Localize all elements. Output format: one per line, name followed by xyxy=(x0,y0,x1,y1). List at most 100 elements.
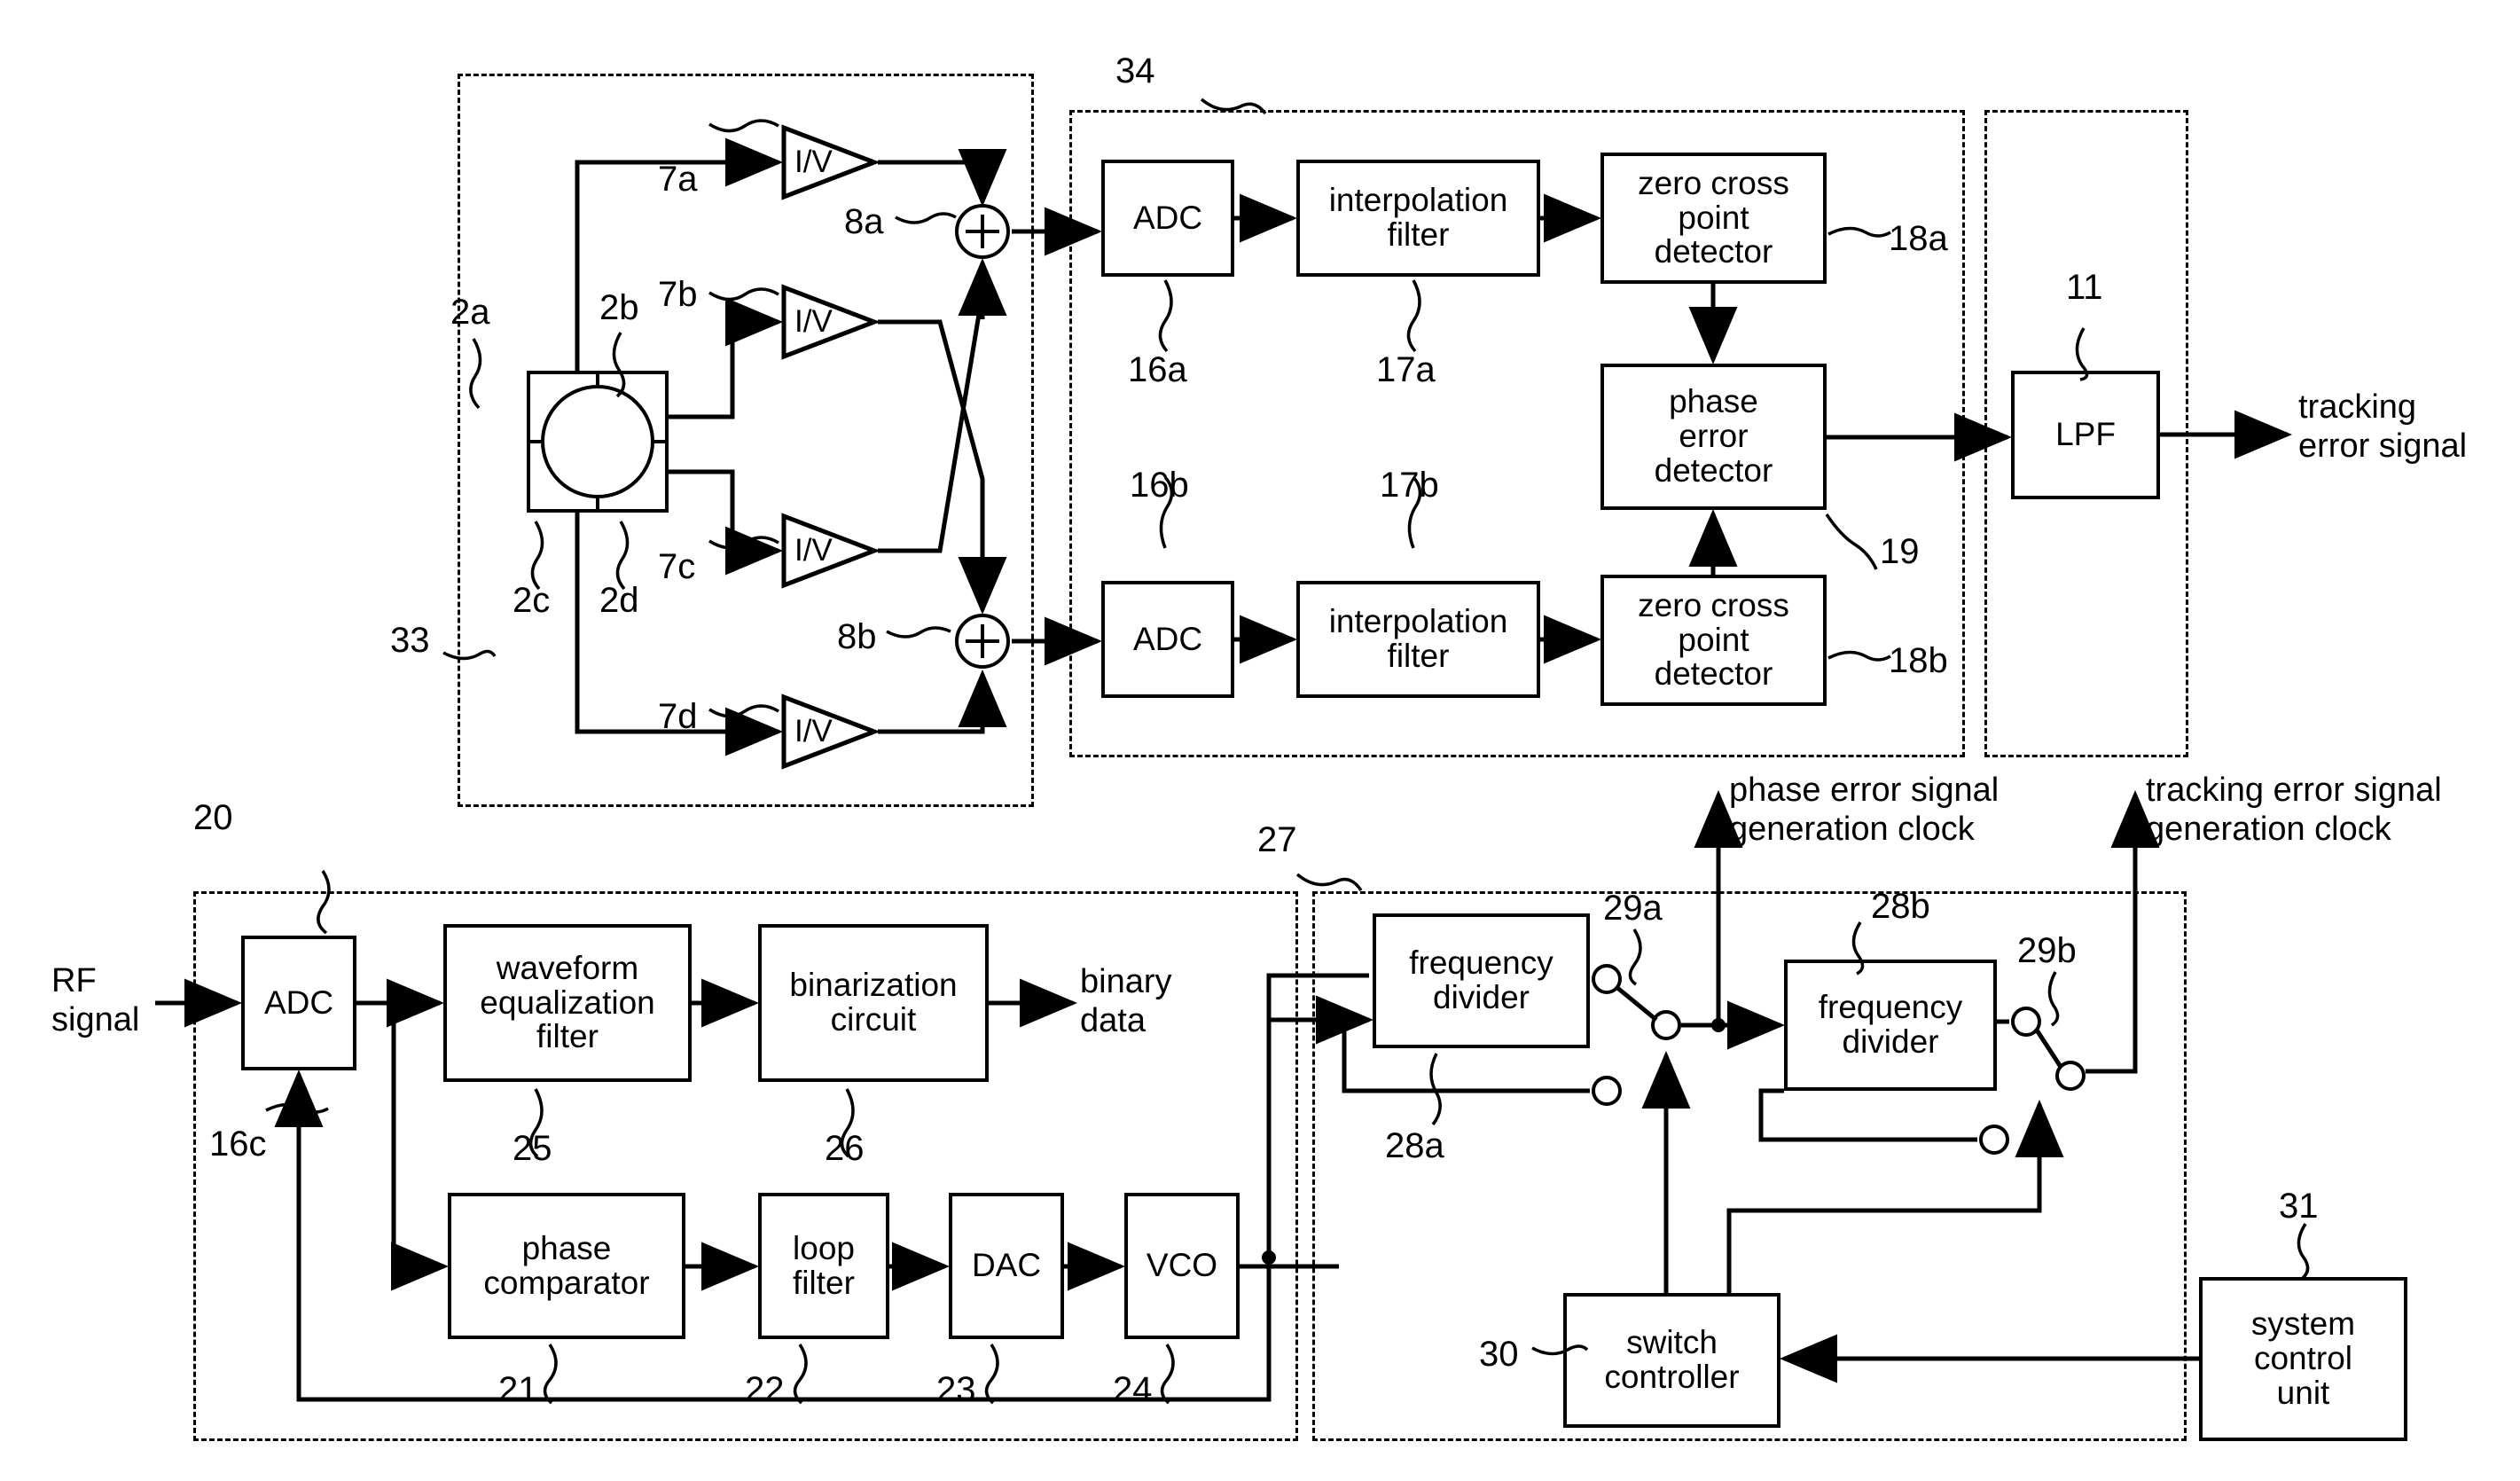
binarization-circuit-26: binarization circuit xyxy=(758,924,989,1082)
ref-25: 25 xyxy=(513,1129,552,1168)
junction-adc16c-out xyxy=(387,984,401,999)
tracking-error-signal-label: tracking error signal xyxy=(2298,388,2468,465)
switch-contact-29a-lower[interactable] xyxy=(1592,1076,1622,1106)
ref-7d: 7d xyxy=(658,697,698,736)
ref-16c: 16c xyxy=(209,1124,267,1164)
ref-26: 26 xyxy=(825,1129,865,1168)
ref-7c: 7c xyxy=(658,547,696,586)
vco-24: VCO xyxy=(1124,1193,1240,1339)
switch-common-29b[interactable] xyxy=(2055,1061,2086,1091)
vco-24-label: VCO xyxy=(1146,1247,1218,1284)
zero-cross-point-detector-18a-label: zero cross point detector xyxy=(1638,164,1789,270)
iv-amplifier-7c: I/V xyxy=(780,513,878,589)
junction-vco-out xyxy=(1262,1250,1276,1265)
patent-block-diagram: I/V I/V I/V I/V ADC interpolation filter… xyxy=(0,0,2520,1481)
ref-29b: 29b xyxy=(2017,931,2077,970)
switch-controller-30: switch controller xyxy=(1563,1293,1780,1428)
frequency-divider-28a-label: frequency divider xyxy=(1409,944,1553,1015)
iv-amplifier-7a: I/V xyxy=(780,124,878,200)
dac-23-label: DAC xyxy=(971,1247,1042,1284)
interpolation-filter-17b: interpolation filter xyxy=(1296,581,1540,698)
switch-contact-29b-lower[interactable] xyxy=(1979,1124,2009,1155)
ref-34: 34 xyxy=(1115,51,1155,90)
lpf-11-label: LPF xyxy=(2055,416,2116,453)
ref-2b: 2b xyxy=(599,288,639,327)
system-control-unit-31: system control unit xyxy=(2199,1277,2407,1441)
binarization-circuit-26-label: binarization circuit xyxy=(789,967,958,1038)
ref-21: 21 xyxy=(498,1370,538,1409)
ref-7a: 7a xyxy=(658,160,698,199)
iv-amplifier-7b: I/V xyxy=(780,284,878,360)
switch-common-29a[interactable] xyxy=(1651,1010,1681,1040)
summing-node-8b xyxy=(955,614,1010,669)
phase-error-detector-19-label: phase error detector xyxy=(1654,383,1773,489)
iv-amplifier-7a-label: I/V xyxy=(794,145,833,179)
system-control-unit-31-label: system control unit xyxy=(2250,1305,2356,1411)
ref-23: 23 xyxy=(936,1370,976,1409)
ref-8b: 8b xyxy=(837,617,877,656)
ref-16b: 16b xyxy=(1130,466,1189,505)
ref-29a: 29a xyxy=(1603,889,1663,928)
ref-2c: 2c xyxy=(513,581,551,620)
ref-31: 31 xyxy=(2279,1187,2319,1226)
frequency-divider-28a: frequency divider xyxy=(1373,913,1590,1048)
iv-amplifier-7d-label: I/V xyxy=(794,714,833,748)
waveform-equalization-filter-25-label: waveform equalization filter xyxy=(480,949,655,1055)
waveform-equalization-filter-25: waveform equalization filter xyxy=(443,924,692,1082)
ref-19: 19 xyxy=(1880,532,1920,571)
ref-30: 30 xyxy=(1479,1335,1519,1374)
ref-11: 11 xyxy=(2066,268,2103,307)
phase-error-detector-19: phase error detector xyxy=(1600,364,1827,510)
ref-18b: 18b xyxy=(1889,641,1948,680)
switch-controller-30-label: switch controller xyxy=(1604,1324,1740,1395)
phase-error-signal-generation-clock-label: phase error signal generation clock xyxy=(1729,772,2000,848)
ref-24: 24 xyxy=(1113,1370,1153,1409)
loop-filter-22: loop filter xyxy=(758,1193,889,1339)
zero-cross-point-detector-18b-label: zero cross point detector xyxy=(1638,586,1789,693)
photodetector-spot xyxy=(541,385,654,498)
ref-17b: 17b xyxy=(1380,466,1439,505)
adc-16a-label: ADC xyxy=(1132,199,1203,236)
zero-cross-point-detector-18b: zero cross point detector xyxy=(1600,575,1827,706)
ref-17a: 17a xyxy=(1376,350,1436,389)
rf-signal-label: RF signal xyxy=(51,962,140,1038)
ref-2a: 2a xyxy=(450,293,490,332)
junction-clock-node-2 xyxy=(1754,1018,1768,1032)
junction-clock-node-1 xyxy=(1711,1018,1726,1032)
interpolation-filter-17b-label: interpolation filter xyxy=(1328,603,1508,674)
zero-cross-point-detector-18a: zero cross point detector xyxy=(1600,153,1827,284)
frequency-divider-28b-label: frequency divider xyxy=(1818,989,1963,1060)
ref-28b: 28b xyxy=(1871,887,1930,926)
lpf-11: LPF xyxy=(2011,371,2160,499)
phase-comparator-21: phase comparator xyxy=(448,1193,685,1339)
ref-33: 33 xyxy=(390,621,430,660)
iv-amplifier-7d: I/V xyxy=(780,693,878,770)
loop-filter-22-label: loop filter xyxy=(793,1229,855,1301)
adc-16b-label: ADC xyxy=(1132,620,1203,657)
adc-16c-label: ADC xyxy=(263,983,334,1021)
adc-16a: ADC xyxy=(1101,160,1234,277)
binary-data-label: binary data xyxy=(1080,963,1172,1039)
adc-16b: ADC xyxy=(1101,581,1234,698)
interpolation-filter-17a-label: interpolation filter xyxy=(1328,182,1508,253)
adc-16c: ADC xyxy=(241,936,356,1070)
ref-2d: 2d xyxy=(599,581,639,620)
ref-22: 22 xyxy=(745,1370,785,1409)
iv-amplifier-7b-label: I/V xyxy=(794,304,833,339)
junction-freqdiv-a-in xyxy=(1337,1013,1351,1027)
tracking-error-signal-generation-clock-label: tracking error signal generation clock xyxy=(2146,772,2442,848)
ref-27: 27 xyxy=(1257,820,1297,859)
ref-20: 20 xyxy=(193,798,233,837)
ref-7b: 7b xyxy=(658,275,698,314)
ref-28a: 28a xyxy=(1385,1126,1444,1165)
switch-contact-29b-upper[interactable] xyxy=(2011,1007,2041,1037)
dac-23: DAC xyxy=(949,1193,1064,1339)
summing-node-8a xyxy=(955,204,1010,259)
phase-comparator-21-label: phase comparator xyxy=(483,1229,650,1301)
iv-amplifier-7c-label: I/V xyxy=(794,533,833,568)
ref-18a: 18a xyxy=(1889,219,1948,258)
frequency-divider-28b: frequency divider xyxy=(1784,960,1997,1091)
ref-16a: 16a xyxy=(1128,350,1187,389)
ref-8a: 8a xyxy=(844,202,884,241)
switch-contact-29a-upper[interactable] xyxy=(1592,964,1622,994)
